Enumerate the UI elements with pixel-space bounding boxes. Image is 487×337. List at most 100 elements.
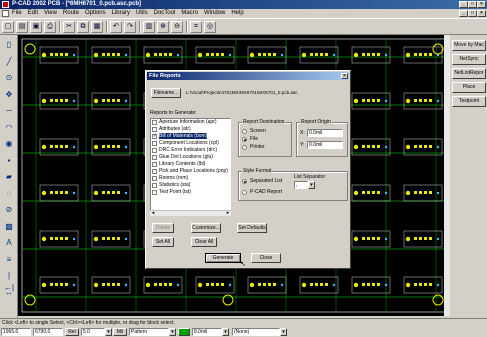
layer-icon[interactable]: ▥ <box>143 21 155 33</box>
print-icon[interactable]: ⎙ <box>44 21 56 33</box>
style-separated-radio[interactable] <box>242 179 247 184</box>
close-button[interactable]: × <box>477 1 486 8</box>
y-coordinate[interactable]: 6790.0 <box>33 328 63 336</box>
grid-select[interactable]: 5.0 <box>81 328 105 336</box>
zoom-out-icon[interactable]: ⊖ <box>171 21 183 33</box>
macro-button-4[interactable]: Testpoint <box>452 96 486 107</box>
copper-icon[interactable]: ▰ <box>3 171 15 183</box>
measure-icon[interactable]: ↔ <box>3 287 15 299</box>
fill-icon[interactable]: ▩ <box>3 221 15 233</box>
scroll-right-icon[interactable]: ▸ <box>225 211 231 216</box>
via-icon[interactable]: ◉ <box>3 138 15 150</box>
report-checkbox[interactable] <box>152 155 157 160</box>
maximize-button[interactable]: □ <box>468 1 477 8</box>
report-item[interactable]: Library Contents (lbl) <box>151 161 230 168</box>
relative-button[interactable]: Rel <box>65 328 79 336</box>
menu-doctool[interactable]: DocTool <box>154 10 176 16</box>
style-pcad-radio[interactable] <box>242 190 247 195</box>
x-coordinate[interactable]: 1965.0 <box>1 328 31 336</box>
report-checkbox[interactable] <box>152 148 157 153</box>
doc-restore-button[interactable]: □ <box>468 10 477 17</box>
menu-utils[interactable]: Utils <box>136 10 148 16</box>
doc-minimize-button[interactable]: _ <box>459 10 468 17</box>
arc-icon[interactable]: ◠ <box>3 122 15 134</box>
set-defaults-button[interactable]: Set Defaults <box>237 223 267 233</box>
line-width-select[interactable]: 8.0mil <box>192 328 222 336</box>
route-icon[interactable]: ╱ <box>3 56 15 68</box>
report-checkbox[interactable] <box>152 120 157 125</box>
report-checkbox[interactable] <box>152 176 157 181</box>
macro-button-2[interactable]: NetListRepor <box>452 68 486 79</box>
menu-file[interactable]: File <box>12 10 22 16</box>
snap-icon[interactable]: ◎ <box>204 21 216 33</box>
pad-icon[interactable]: ▪ <box>3 155 15 167</box>
report-checkbox[interactable] <box>152 127 157 132</box>
open-icon[interactable]: ▤ <box>16 21 28 33</box>
origin-x-field[interactable]: 0.0mil <box>307 129 343 137</box>
net-select[interactable]: (None) <box>232 328 280 336</box>
report-item[interactable]: Glue Dot Locations (glu) <box>151 154 230 161</box>
line-icon[interactable]: ─ <box>3 105 15 117</box>
minimize-button[interactable]: _ <box>459 1 468 8</box>
separator-dropdown-icon[interactable]: ▾ <box>308 181 315 189</box>
layer-dropdown-icon[interactable]: ▾ <box>169 328 176 336</box>
customize-button[interactable]: Customize... <box>191 223 221 233</box>
menu-route[interactable]: Route <box>63 10 79 16</box>
menu-edit[interactable]: Edit <box>28 10 38 16</box>
report-item[interactable]: ✓ Bill of Materials (bom) <box>151 133 230 140</box>
report-checkbox[interactable]: ✓ <box>152 134 157 139</box>
grid-dropdown-icon[interactable]: ▾ <box>105 328 112 336</box>
report-item[interactable]: Component Locations (cpl) <box>151 140 230 147</box>
menu-options[interactable]: Options <box>85 10 106 16</box>
destination-screen-radio[interactable] <box>242 129 247 134</box>
menu-macro[interactable]: Macro <box>181 10 198 16</box>
destination-printer-radio[interactable] <box>242 145 247 150</box>
origin-y-field[interactable]: 0.0mil <box>307 141 343 149</box>
grid-icon[interactable]: ⌗ <box>190 21 202 33</box>
report-checkbox[interactable] <box>152 183 157 188</box>
reports-list[interactable]: Aperture Information (apr) Attributes (at… <box>150 118 231 216</box>
keepout-icon[interactable]: ⊘ <box>3 204 15 216</box>
text-icon[interactable]: A <box>3 237 15 249</box>
width-dropdown-icon[interactable]: ▾ <box>222 328 229 336</box>
dialog-close-action-button[interactable]: Close <box>251 253 281 263</box>
copy-icon[interactable]: ⧉ <box>77 21 89 33</box>
save-icon[interactable]: ▣ <box>30 21 42 33</box>
scroll-left-icon[interactable]: ◂ <box>150 211 156 216</box>
report-item[interactable]: Pick and Place Locations (pnp) <box>151 168 230 175</box>
report-item[interactable]: Attributes (atr) <box>151 126 230 133</box>
cut-icon[interactable]: ✂ <box>63 21 75 33</box>
attribute-icon[interactable]: ≡ <box>3 254 15 266</box>
layer-color-swatch[interactable] <box>178 328 190 336</box>
undo-icon[interactable]: ↶ <box>110 21 122 33</box>
clear-all-button[interactable]: Clear All <box>191 237 217 247</box>
menu-help[interactable]: Help <box>231 10 243 16</box>
list-separator-field[interactable]: , <box>294 181 308 189</box>
dialog-close-button[interactable]: × <box>341 73 348 79</box>
net-dropdown-icon[interactable]: ▾ <box>280 328 287 336</box>
macro-button-0[interactable]: Move by Mac <box>452 40 486 51</box>
menu-window[interactable]: Window <box>204 10 225 16</box>
redo-icon[interactable]: ↷ <box>124 21 136 33</box>
report-checkbox[interactable] <box>152 162 157 167</box>
units-button[interactable]: Mil <box>113 328 127 336</box>
report-item[interactable]: Aperture Information (apr) <box>151 119 230 126</box>
layer-select[interactable]: Pattern <box>129 328 169 336</box>
report-checkbox[interactable] <box>152 190 157 195</box>
reports-hscrollbar[interactable]: ◂ ▸ <box>150 210 231 216</box>
set-all-button[interactable]: Set All <box>152 237 174 247</box>
delete-button[interactable]: Delete <box>152 223 174 233</box>
report-checkbox[interactable] <box>152 169 157 174</box>
report-item[interactable]: Rooms (rom) <box>151 175 230 182</box>
menu-view[interactable]: View <box>44 10 57 16</box>
new-icon[interactable]: ▢ <box>2 21 14 33</box>
select-icon[interactable]: ▯ <box>3 39 15 51</box>
zoom-icon[interactable]: ⊙ <box>3 72 15 84</box>
cutout-icon[interactable]: ◌ <box>3 188 15 200</box>
dimension-icon[interactable]: |←| <box>3 270 15 292</box>
document-icon[interactable] <box>2 10 9 17</box>
doc-close-button[interactable]: × <box>477 10 486 17</box>
menu-library[interactable]: Library <box>112 10 130 16</box>
report-item[interactable]: DRC Error Indicators (drc) <box>151 147 230 154</box>
report-item[interactable]: Statistics (sta) <box>151 182 230 189</box>
